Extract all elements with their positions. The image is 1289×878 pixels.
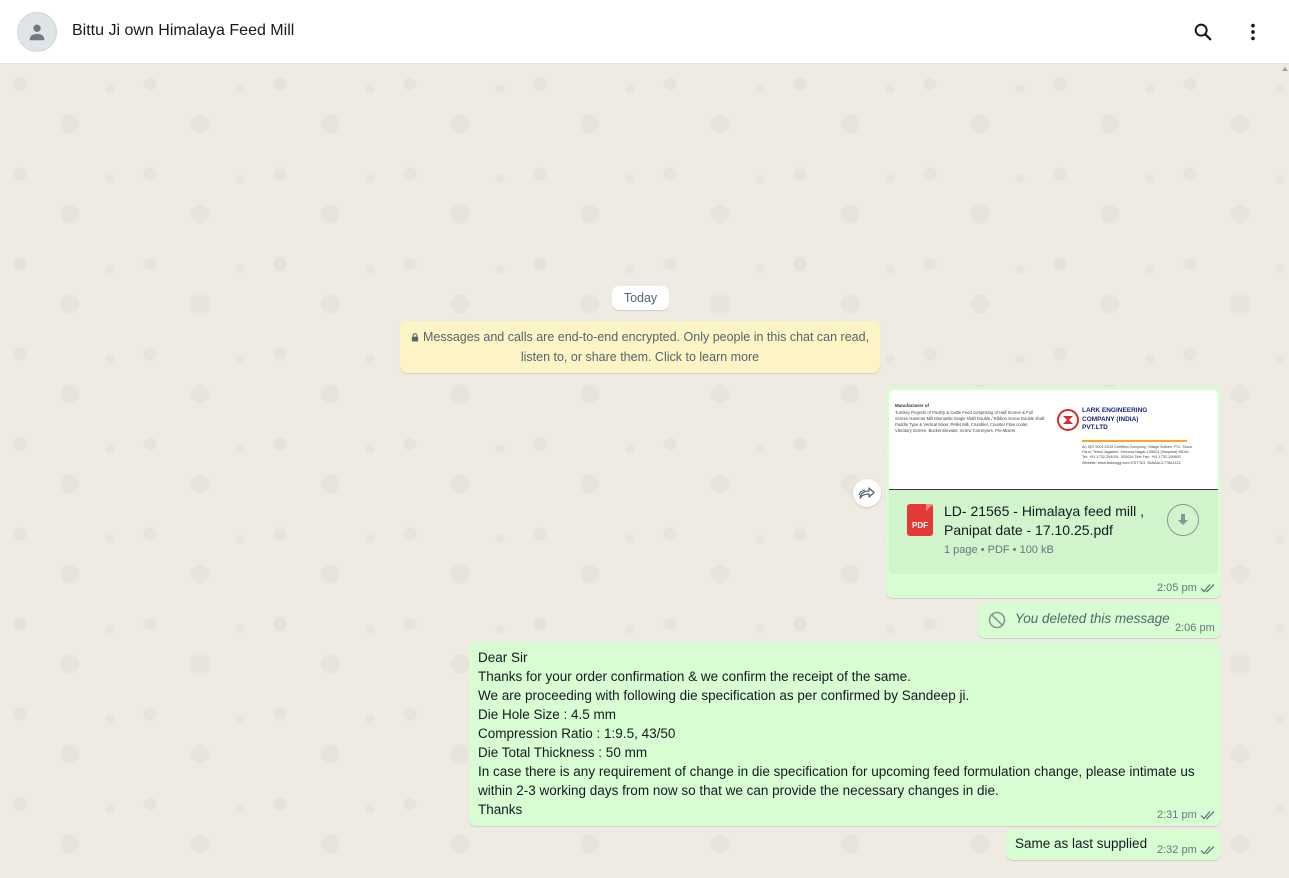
message-meta: 2:32 pm xyxy=(1157,844,1216,856)
text-message[interactable]: Same as last supplied 2:32 pm xyxy=(1006,830,1221,860)
company-logo-icon xyxy=(1057,409,1079,431)
message-time: 2:31 pm xyxy=(1157,809,1197,821)
double-check-icon xyxy=(1200,846,1215,855)
message-line: Thanks xyxy=(478,802,523,817)
document-message[interactable]: Manufacturer of Turnkey Projects of Poul… xyxy=(886,387,1221,598)
chat-scrollbar[interactable] xyxy=(1281,64,1289,878)
message-meta: 2:31 pm xyxy=(1157,809,1216,821)
message-body: Dear Sir Thanks for your order confirmat… xyxy=(478,648,1218,819)
download-button[interactable] xyxy=(1167,504,1199,536)
message-line: Die Total Thickness : 50 mm xyxy=(478,745,648,760)
contact-name[interactable]: Bittu Ji own Himalaya Feed Mill xyxy=(72,22,294,40)
preview-company-name: LARK ENGINEERING COMPANY (INDIA) PVT.LTD xyxy=(1082,407,1148,431)
encryption-notice-text: Messages and calls are end-to-end encryp… xyxy=(422,330,870,364)
menu-button[interactable] xyxy=(1238,17,1268,47)
message-time: 2:05 pm xyxy=(1157,582,1197,594)
person-icon xyxy=(29,24,45,41)
preview-left-heading: Manufacturer of xyxy=(895,403,930,408)
double-check-icon xyxy=(1200,584,1215,593)
text-message[interactable]: Dear Sir Thanks for your order confirmat… xyxy=(469,642,1221,826)
preview-address: An ISO 9001:2015 Certified Company, Vill… xyxy=(1082,445,1192,465)
forward-icon xyxy=(858,487,875,499)
document-card[interactable]: PDF LD- 21565 - Himalaya feed mill , Pan… xyxy=(889,490,1218,574)
message-line: Compression Ratio : 1:9.5, 43/50 xyxy=(478,726,676,741)
pdf-badge: PDF xyxy=(912,521,928,530)
message-line: We are proceeding with following die spe… xyxy=(478,688,970,703)
prohibited-icon xyxy=(988,611,1006,629)
preview-divider xyxy=(1082,440,1187,442)
chat-header: Bittu Ji own Himalaya Feed Mill xyxy=(0,0,1289,64)
message-line: Dear Sir xyxy=(478,650,528,665)
kebab-menu-icon xyxy=(1251,23,1255,41)
message-line: Thanks for your order confirmation & we … xyxy=(478,669,911,684)
download-icon xyxy=(1178,514,1188,525)
document-file-name: LD- 21565 - Himalaya feed mill , Panipat… xyxy=(944,503,1144,538)
encryption-notice[interactable]: Messages and calls are end-to-end encryp… xyxy=(400,321,880,373)
message-body: Same as last supplied xyxy=(1015,836,1148,851)
date-chip: Today xyxy=(612,286,669,310)
document-preview[interactable]: Manufacturer of Turnkey Projects of Poul… xyxy=(889,390,1218,490)
scroll-up-arrow-icon[interactable] xyxy=(1282,67,1288,71)
contact-avatar[interactable] xyxy=(17,12,57,52)
forward-button[interactable] xyxy=(853,479,881,507)
search-icon xyxy=(1194,23,1212,41)
pdf-file-icon: PDF xyxy=(907,504,933,536)
message-time: 2:06 pm xyxy=(1175,622,1215,634)
message-line: In case there is any requirement of chan… xyxy=(478,764,1195,798)
double-check-icon xyxy=(1200,811,1215,820)
lock-icon xyxy=(411,333,419,342)
message-meta: 2:05 pm xyxy=(1157,582,1216,594)
message-line: Die Hole Size : 4.5 mm xyxy=(478,707,617,722)
message-meta: 2:06 pm xyxy=(1175,622,1215,634)
deleted-message[interactable]: You deleted this message 2:06 pm xyxy=(978,602,1221,638)
deleted-message-text: You deleted this message xyxy=(1015,611,1170,626)
message-time: 2:32 pm xyxy=(1157,844,1197,856)
search-button[interactable] xyxy=(1188,17,1218,47)
preview-left-text: Turnkey Projects of Poultry & Cattle Fee… xyxy=(895,410,1045,433)
document-file-meta: 1 page • PDF • 100 kB xyxy=(944,544,1054,556)
